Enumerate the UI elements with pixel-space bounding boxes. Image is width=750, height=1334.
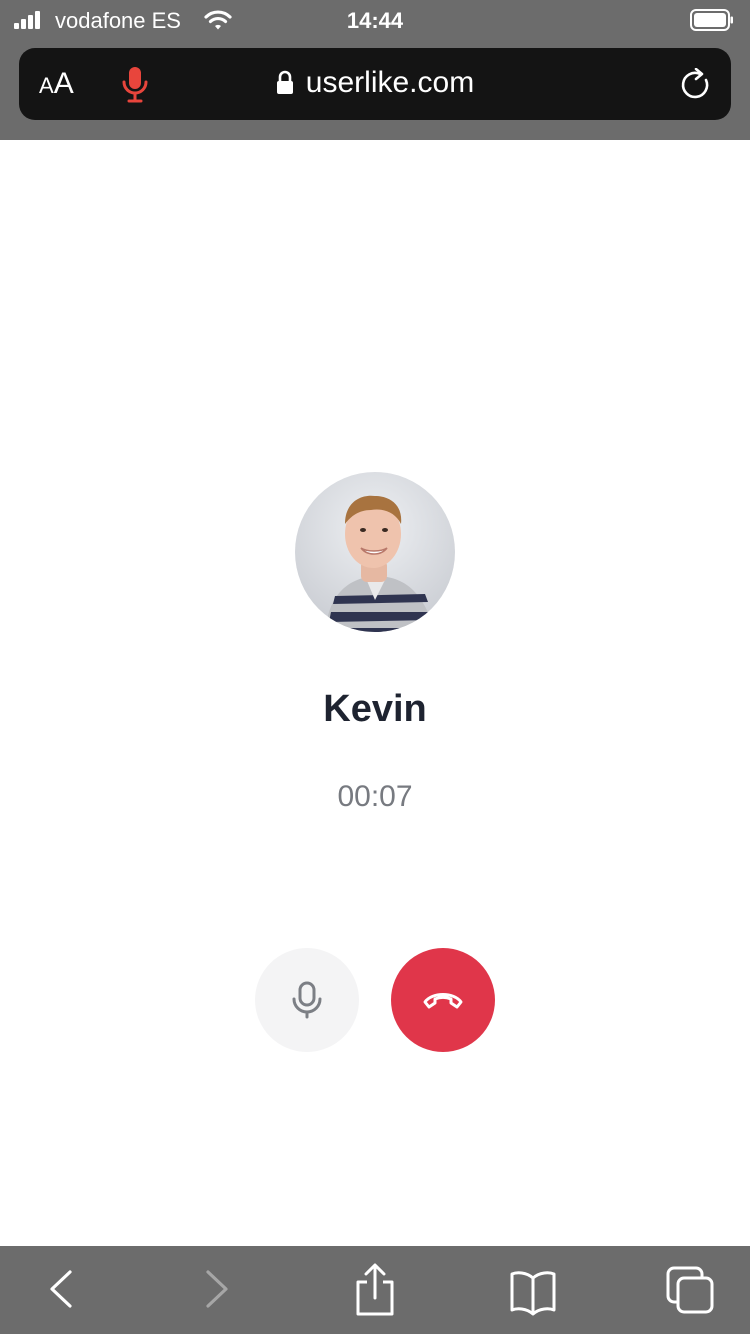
address-bar[interactable]: AA userlike.com bbox=[19, 48, 731, 120]
lock-icon bbox=[276, 70, 293, 94]
share-icon[interactable] bbox=[352, 1262, 398, 1318]
hang-up-button[interactable] bbox=[391, 948, 495, 1052]
avatar bbox=[295, 472, 455, 632]
browser-top-chrome: vodafone ES 14:44 AA userlike.com bbox=[0, 0, 750, 140]
back-icon[interactable] bbox=[46, 1262, 76, 1316]
mute-icon bbox=[292, 981, 322, 1019]
url-text: userlike.com bbox=[305, 66, 475, 99]
clock: 14:44 bbox=[346, 8, 404, 33]
mute-button[interactable] bbox=[255, 948, 359, 1052]
forward-icon[interactable] bbox=[202, 1262, 232, 1316]
call-duration: 00:07 bbox=[337, 780, 413, 813]
bookmarks-icon[interactable] bbox=[508, 1262, 558, 1316]
caller-name: Kevin bbox=[323, 688, 427, 730]
battery-icon bbox=[690, 9, 733, 31]
url-display[interactable]: userlike.com bbox=[19, 66, 731, 104]
browser-toolbar bbox=[0, 1246, 750, 1334]
reload-icon[interactable] bbox=[679, 68, 713, 102]
hang-up-icon bbox=[423, 993, 463, 1009]
tabs-icon[interactable] bbox=[664, 1262, 716, 1316]
status-bar: vodafone ES 14:44 bbox=[0, 0, 750, 42]
